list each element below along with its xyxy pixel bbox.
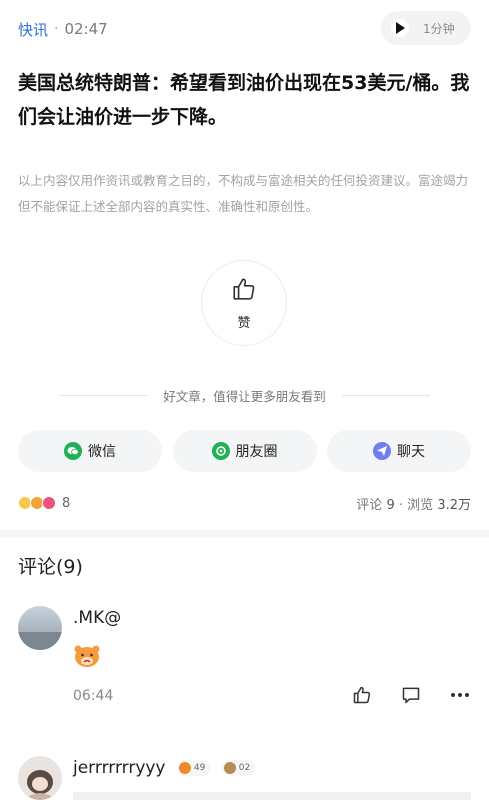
play-icon bbox=[391, 19, 409, 37]
moments-icon bbox=[211, 442, 230, 460]
fan-badge-icon bbox=[223, 762, 236, 774]
views-count: 3.2万 bbox=[437, 497, 471, 513]
thumbs-up-icon bbox=[231, 276, 257, 306]
chat-send-icon bbox=[373, 442, 391, 460]
share-chat-label: 聊天 bbox=[397, 444, 425, 460]
comments-count: 9 bbox=[386, 497, 395, 513]
stats-row: 8 评论 9 · 浏览 3.2万 bbox=[18, 492, 471, 514]
comment-time: 06:44 bbox=[73, 688, 114, 704]
share-wechat-button[interactable]: 微信 bbox=[18, 430, 162, 472]
comment-author[interactable]: jerrrrrrryyy bbox=[73, 758, 166, 778]
comment-author[interactable]: .MK@ bbox=[73, 608, 121, 628]
article-headline: 美国总统特朗普：希望看到油价出现在53美元/桶。我们会让油价进一步下降。 bbox=[18, 72, 470, 128]
comments-title: 评论(9) bbox=[18, 556, 83, 578]
like-button[interactable]: 赞 bbox=[201, 260, 287, 346]
separator-dot: · bbox=[54, 21, 59, 37]
share-moments-label: 朋友圈 bbox=[235, 444, 278, 460]
reactions-summary[interactable]: 8 bbox=[18, 496, 70, 511]
more-options-icon[interactable] bbox=[449, 684, 471, 706]
audio-play-button[interactable]: 1分钟 bbox=[381, 11, 471, 45]
avatar[interactable] bbox=[18, 606, 62, 650]
level-badge: 49 bbox=[176, 760, 211, 776]
share-chat-button[interactable]: 聊天 bbox=[327, 430, 471, 472]
comment-reply-icon[interactable] bbox=[400, 684, 422, 706]
reaction-count: 8 bbox=[62, 495, 71, 511]
divider-line-left bbox=[59, 395, 148, 396]
tiger-emoji-icon bbox=[73, 644, 101, 668]
stats-dot: · bbox=[398, 497, 404, 513]
section-divider bbox=[0, 530, 489, 538]
comment-content-placeholder bbox=[73, 792, 471, 800]
share-buttons: 微信 朋友圈 聊天 bbox=[18, 430, 471, 472]
stats-counts: 评论 9 · 浏览 3.2万 bbox=[356, 494, 471, 513]
share-wechat-label: 微信 bbox=[88, 444, 116, 460]
top-bar: 快讯 · 02:47 1分钟 bbox=[18, 11, 471, 45]
comment-like-icon[interactable] bbox=[351, 684, 373, 706]
share-moments-button[interactable]: 朋友圈 bbox=[172, 430, 317, 472]
wechat-icon bbox=[64, 442, 82, 460]
comment-actions bbox=[324, 684, 471, 706]
divider-line-right bbox=[341, 395, 430, 396]
heart-reaction-icon bbox=[42, 496, 56, 510]
disclaimer-text: 以上内容仅用作资讯或教育之目的，不构成与富途相关的任何投资建议。富途竭力但不能保… bbox=[18, 173, 469, 214]
views-label: 浏览 bbox=[407, 497, 434, 513]
comments-label: 评论 bbox=[356, 497, 383, 513]
fan-badge-value: 02 bbox=[238, 763, 251, 773]
share-hint-text: 好文章，值得让更多朋友看到 bbox=[163, 389, 326, 404]
audio-duration: 1分钟 bbox=[423, 21, 455, 36]
comment-item: .MK@ 06:44 bbox=[18, 606, 471, 716]
flash-news-tag[interactable]: 快讯 bbox=[18, 19, 48, 40]
level-badge-icon bbox=[178, 762, 191, 774]
publish-time: 02:47 bbox=[64, 20, 108, 38]
level-badge-value: 49 bbox=[193, 763, 206, 773]
fan-badge: 02 bbox=[221, 760, 256, 776]
avatar[interactable] bbox=[18, 756, 62, 800]
like-label: 赞 bbox=[237, 315, 251, 331]
comment-author-row: jerrrrrrryyy 49 02 bbox=[73, 758, 256, 778]
share-hint: 好文章，值得让更多朋友看到 bbox=[0, 386, 489, 405]
